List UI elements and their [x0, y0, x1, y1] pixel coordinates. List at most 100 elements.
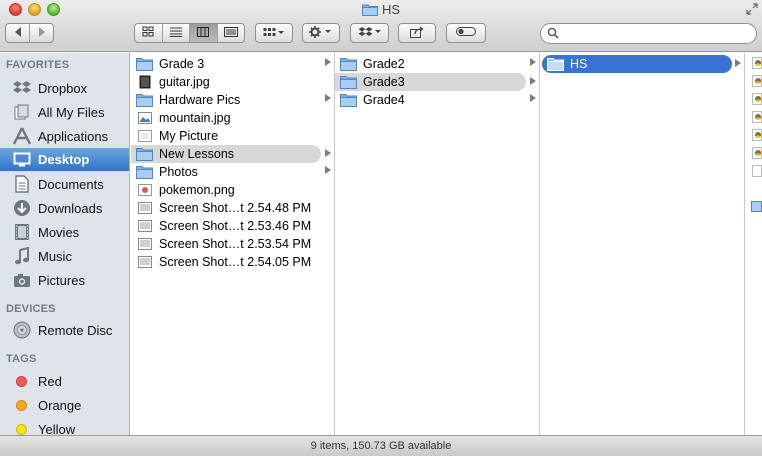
screenshot-icon — [136, 219, 153, 233]
sidebar-item-label: All My Files — [38, 104, 105, 120]
list-item[interactable]: Grade2 — [335, 55, 539, 73]
status-text: 9 items, 150.73 GB available — [310, 440, 452, 452]
coverflow-view-button[interactable] — [218, 24, 245, 42]
list-item[interactable]: Grade 3 — [131, 55, 334, 73]
folder-icon — [340, 75, 357, 89]
chevron-right-icon — [38, 26, 46, 40]
folder-icon — [340, 93, 357, 107]
screenshot-icon — [136, 201, 153, 215]
list-item[interactable]: Grade4 — [335, 91, 539, 109]
list-item[interactable]: Screen Shot…t 2.53.54 PM — [131, 235, 334, 253]
sidebar-item-dropbox[interactable]: Dropbox — [0, 77, 129, 99]
window-title-text: HS — [381, 2, 401, 17]
sidebar-header-devices: DEVICES — [6, 303, 56, 315]
sidebar-item-music[interactable]: Music — [0, 245, 129, 267]
search-icon — [547, 27, 559, 42]
dropbox-icon — [358, 26, 382, 41]
list-item[interactable]: Hardware Pics — [131, 91, 334, 109]
tag-toggle-icon — [456, 27, 476, 39]
arrange-icon — [263, 27, 285, 40]
tags-button[interactable] — [446, 23, 486, 43]
item-name: pokemon.png — [159, 183, 235, 197]
file-icon — [752, 165, 762, 177]
column-hs-partial — [745, 53, 762, 435]
search-input[interactable] — [561, 26, 751, 41]
sidebar-item-tag-orange[interactable]: Orange — [0, 394, 129, 416]
forward-button[interactable] — [30, 24, 53, 42]
sidebar-item-label: Downloads — [38, 200, 103, 216]
list-item[interactable]: Grade3 — [335, 73, 526, 91]
sidebar-item-movies[interactable]: Movies — [0, 221, 129, 243]
movies-icon — [13, 223, 31, 241]
sidebar-item-all-my-files[interactable]: All My Files — [0, 101, 129, 123]
list-item[interactable]: Photos — [131, 163, 334, 181]
sidebar-item-label: Desktop — [38, 152, 90, 167]
folder-icon — [547, 57, 564, 71]
list-view-button[interactable] — [163, 24, 190, 42]
list-item[interactable]: New Lessons — [131, 145, 321, 163]
sidebar: FAVORITES Dropbox All My Files Applicati… — [0, 53, 130, 435]
all-files-icon — [13, 103, 31, 121]
documents-icon — [13, 175, 31, 193]
file-icon — [752, 93, 762, 105]
list-item[interactable]: guitar.jpg — [131, 73, 334, 91]
disclosure-arrow-icon — [735, 59, 741, 67]
disclosure-arrow-icon — [325, 94, 331, 102]
list-item[interactable]: Screen Shot…t 2.54.05 PM — [131, 253, 334, 271]
column-view-button[interactable] — [190, 24, 218, 42]
item-name: Grade 3 — [159, 57, 205, 71]
file-icon — [752, 57, 762, 69]
icon-view-button[interactable] — [135, 24, 163, 42]
column-desktop: Grade 3 guitar.jpg Hardware Pics mountai… — [131, 53, 335, 435]
disc-icon — [13, 321, 31, 339]
music-icon — [13, 247, 31, 265]
action-button[interactable] — [302, 23, 340, 43]
list-item[interactable]: HS — [542, 55, 732, 73]
orange-tag-icon — [16, 399, 27, 411]
dropbox-icon — [13, 79, 31, 97]
item-name: Hardware Pics — [159, 93, 241, 107]
sidebar-header-tags: TAGS — [6, 353, 37, 365]
sidebar-item-tag-yellow[interactable]: Yellow — [0, 418, 129, 436]
column-grade3: HS — [540, 53, 745, 435]
item-name: Screen Shot…t 2.54.05 PM — [159, 255, 312, 269]
sidebar-item-documents[interactable]: Documents — [0, 173, 129, 195]
sidebar-header-favorites: FAVORITES — [6, 59, 70, 71]
back-button[interactable] — [6, 24, 30, 42]
search-field[interactable] — [540, 23, 757, 44]
item-name: Grade2 — [363, 57, 405, 71]
share-button[interactable] — [398, 23, 436, 43]
image-file-icon — [136, 75, 153, 89]
dropbox-menu-button[interactable] — [350, 23, 389, 43]
list-view-icon — [169, 27, 182, 40]
list-item[interactable]: Screen Shot…t 2.54.48 PM — [131, 199, 334, 217]
sidebar-item-remote-disc[interactable]: Remote Disc — [0, 319, 129, 341]
item-name: Photos — [159, 165, 198, 179]
file-icon — [752, 75, 762, 87]
disclosure-arrow-icon — [325, 166, 331, 174]
sidebar-item-downloads[interactable]: Downloads — [0, 197, 129, 219]
sidebar-item-applications[interactable]: Applications — [0, 125, 129, 147]
yellow-tag-icon — [16, 423, 27, 435]
screenshot-icon — [136, 255, 153, 269]
sidebar-item-pictures[interactable]: Pictures — [0, 269, 129, 291]
arrange-button[interactable] — [255, 23, 293, 43]
sidebar-item-label: Yellow — [38, 421, 76, 436]
sidebar-item-tag-red[interactable]: Red — [0, 370, 129, 392]
list-item[interactable]: My Picture — [131, 127, 334, 145]
window-title: HS — [0, 2, 762, 19]
sidebar-item-label: Pictures — [38, 272, 85, 288]
gear-icon — [309, 25, 333, 41]
sidebar-item-desktop[interactable]: Desktop — [0, 148, 129, 171]
folder-icon — [361, 3, 378, 19]
list-item[interactable]: mountain.jpg — [131, 109, 334, 127]
list-item[interactable]: Screen Shot…t 2.53.46 PM — [131, 217, 334, 235]
folder-icon — [751, 201, 762, 212]
sidebar-item-label: Applications — [38, 128, 109, 144]
coverflow-view-icon — [223, 26, 238, 40]
fullscreen-icon[interactable] — [746, 3, 758, 15]
disclosure-arrow-icon — [530, 77, 536, 85]
folder-icon — [136, 93, 153, 107]
status-bar: 9 items, 150.73 GB available — [0, 435, 762, 456]
list-item[interactable]: pokemon.png — [131, 181, 334, 199]
